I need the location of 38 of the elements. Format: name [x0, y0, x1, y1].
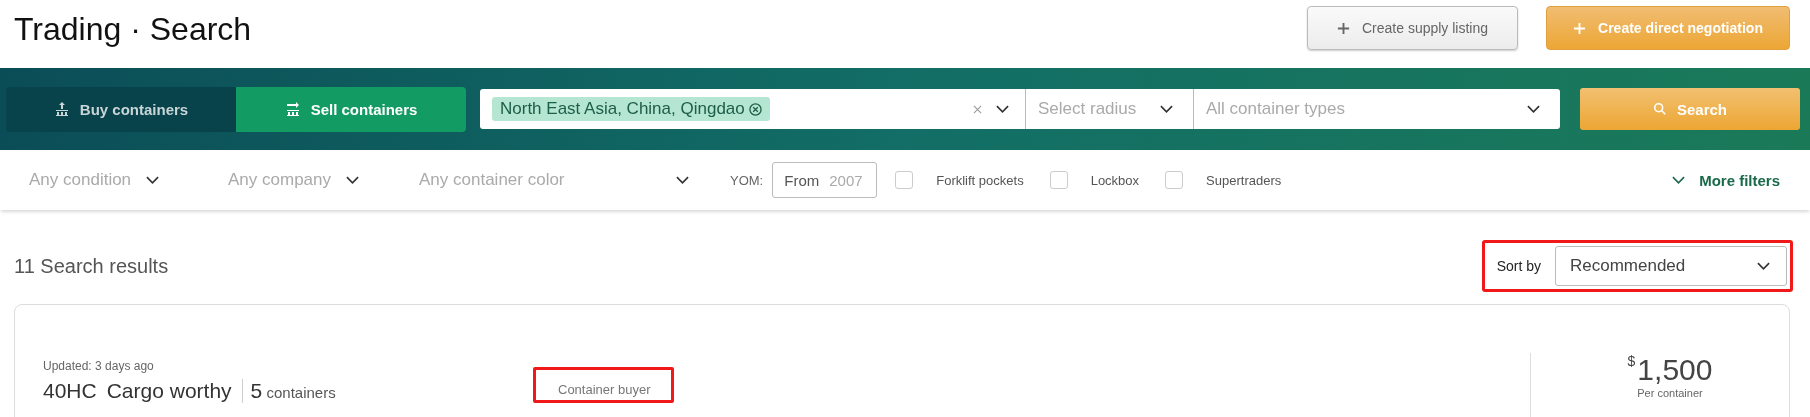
condition-text: Cargo worthy — [106, 379, 243, 403]
price: $^{$}$1,500 — [1627, 353, 1713, 387]
search-icon — [1652, 102, 1667, 116]
sort-select[interactable]: Recommended — [1555, 246, 1787, 286]
quantity-text: 5 containers — [249, 379, 336, 403]
mode-tab[interactable]: Buy containers — [6, 86, 236, 132]
filter-checkbox[interactable]: Supertraders — [1165, 171, 1282, 189]
chevron-down-icon — [676, 176, 689, 184]
building-arrow-icon — [284, 101, 301, 117]
location-tag: North East Asia, China, Qingdao — [492, 97, 770, 121]
chevron-down-icon — [346, 176, 359, 184]
listing-card[interactable]: Updated: 3 days ago 40HC Cargo worthy 5 containers Container buyer $^{$}$1,500 Per container — [14, 304, 1790, 417]
clear-icon[interactable] — [973, 104, 982, 114]
updated-time: Updated: 3 days ago — [43, 359, 155, 373]
yom-label: YOM: — [730, 172, 764, 188]
container-type: 40HC — [43, 379, 97, 403]
plus-icon — [1336, 21, 1350, 35]
chevron-down-icon — [1160, 105, 1173, 113]
mode-tab[interactable]: Sell containers — [236, 86, 466, 132]
plus-icon — [1573, 21, 1587, 35]
page-title: Trading · Search — [14, 10, 253, 48]
filter-checkbox[interactable]: Forklift pockets — [895, 171, 1024, 189]
chevron-down-icon — [1757, 262, 1770, 270]
chevron-down-icon — [1527, 105, 1540, 113]
more-filters-button[interactable]: More filters — [1672, 171, 1780, 189]
remove-icon[interactable] — [748, 102, 762, 116]
yom-from-field[interactable]: From 2007 — [772, 162, 878, 198]
counterparty-role: Container buyer — [558, 382, 651, 397]
filter-checkbox[interactable]: Lockbox — [1049, 171, 1140, 189]
location-field[interactable]: North East Asia, China, Qingdao — [480, 89, 1026, 129]
building-upload-icon — [53, 101, 70, 117]
sort-label: Sort by — [1496, 258, 1541, 274]
chevron-down-icon[interactable] — [996, 105, 1009, 113]
results-count: 11 Search results — [14, 254, 169, 278]
price-unit: Per container — [1637, 387, 1703, 399]
chevron-down-icon — [1672, 176, 1686, 184]
create-listing-button[interactable]: Create supply listing — [1307, 6, 1518, 50]
chevron-down-icon — [146, 176, 160, 184]
